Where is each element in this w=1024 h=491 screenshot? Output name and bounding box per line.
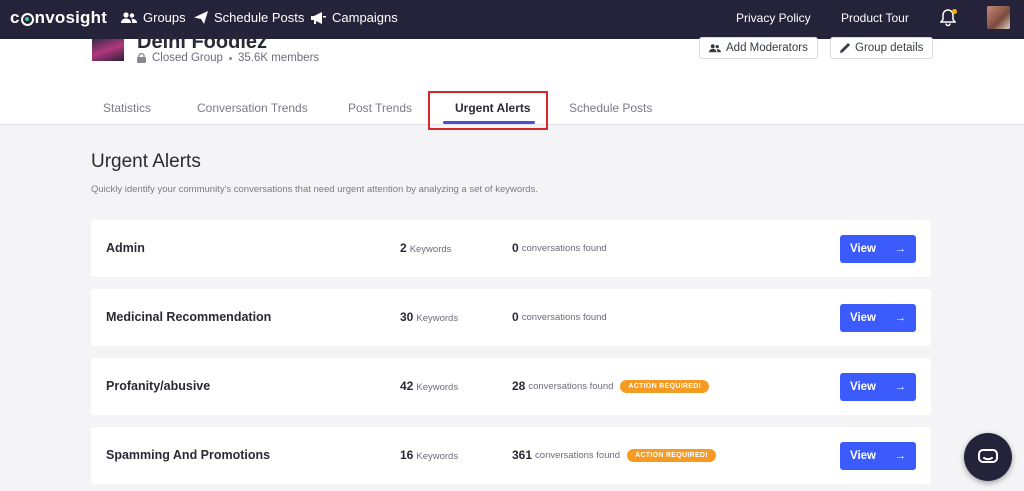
conversation-count-value: 28 xyxy=(512,379,526,393)
keyword-count: 30 Keywords xyxy=(400,310,458,324)
conversation-count: 361 conversations found ACTION REQUIRED! xyxy=(512,448,716,462)
action-required-badge: ACTION REQUIRED! xyxy=(620,379,710,393)
nav-schedule-posts-label: Schedule Posts xyxy=(214,10,305,25)
view-label: View xyxy=(850,312,876,324)
alert-name: Admin xyxy=(106,241,145,255)
group-details-label: Group details xyxy=(855,42,924,54)
arrow-right-icon: → xyxy=(894,450,907,462)
notification-dot xyxy=(952,9,957,14)
alert-name: Profanity/abusive xyxy=(106,379,211,393)
conversation-count-value: 0 xyxy=(512,310,519,324)
lock-icon xyxy=(137,53,146,63)
meta-separator xyxy=(228,56,232,60)
view-label: View xyxy=(850,243,876,255)
alert-row: Medicinal Recommendation 30 Keywords 0 con… xyxy=(91,289,931,346)
keyword-count-unit: Keywords xyxy=(416,382,459,393)
send-icon xyxy=(194,11,208,24)
conversation-count-value: 0 xyxy=(512,241,519,255)
view-label: View xyxy=(850,381,876,393)
view-button[interactable]: View → xyxy=(840,373,916,401)
conversation-count-value: 361 xyxy=(512,448,533,462)
alert-name: Spamming And Promotions xyxy=(106,448,271,462)
conversation-count-unit: conversations found xyxy=(521,311,607,323)
privacy-policy-link[interactable]: Privacy Policy xyxy=(736,11,811,25)
conversation-count-unit: conversations found xyxy=(528,380,614,392)
view-label: View xyxy=(850,450,876,462)
tab-schedule-posts[interactable]: Schedule Posts xyxy=(569,101,652,115)
conversation-count-unit: conversations found xyxy=(521,242,607,254)
megaphone-icon xyxy=(311,11,326,24)
pencil-icon xyxy=(840,43,850,53)
conversation-count: 28 conversations found ACTION REQUIRED! xyxy=(512,379,710,393)
keyword-count-value: 30 xyxy=(400,310,414,324)
group-meta: Closed Group 35.6K members xyxy=(137,52,319,64)
view-button[interactable]: View → xyxy=(840,442,916,470)
arrow-right-icon: → xyxy=(894,312,907,324)
tab-post-trends[interactable]: Post Trends xyxy=(348,101,412,115)
group-members: 35.6K members xyxy=(237,52,320,64)
product-tour-link[interactable]: Product Tour xyxy=(841,11,909,25)
conversation-count-unit: conversations found xyxy=(535,449,621,461)
keyword-count-value: 2 xyxy=(400,241,407,255)
chat-icon xyxy=(978,449,998,463)
users-icon xyxy=(709,43,721,52)
tab-statistics[interactable]: Statistics xyxy=(103,101,151,115)
keyword-count-unit: Keywords xyxy=(416,313,459,324)
group-details-button[interactable]: Group details xyxy=(830,37,934,59)
group-thumbnail xyxy=(92,39,124,61)
keyword-count: 42 Keywords xyxy=(400,379,458,393)
keyword-count: 16 Keywords xyxy=(400,448,458,462)
alert-row: Spamming And Promotions 16 Keywords 361 co… xyxy=(91,427,931,484)
nav-campaigns-label: Campaigns xyxy=(332,10,398,25)
keyword-count-unit: Keywords xyxy=(409,244,452,255)
nav-campaigns[interactable]: Campaigns xyxy=(311,10,398,25)
group-privacy: Closed Group xyxy=(152,52,223,64)
nav-groups[interactable]: Groups xyxy=(121,10,186,25)
group-header: Delhi Foodiez Closed Group 35.6K members… xyxy=(0,31,1024,130)
action-required-badge: ACTION REQUIRED! xyxy=(627,448,716,462)
alert-row: Profanity/abusive 42 Keywords 28 conversat… xyxy=(91,358,931,415)
tab-conversation-trends[interactable]: Conversation Trends xyxy=(197,101,308,115)
alert-name: Medicinal Recommendation xyxy=(106,310,272,324)
chat-button[interactable] xyxy=(964,433,1012,481)
users-icon xyxy=(121,11,137,23)
nav-groups-label: Groups xyxy=(143,10,186,25)
keyword-count: 2 Keywords xyxy=(400,241,451,255)
add-moderators-button[interactable]: Add Moderators xyxy=(699,37,818,59)
alert-row: Admin 2 Keywords 0 conversations found Vie… xyxy=(91,220,931,277)
add-moderators-label: Add Moderators xyxy=(726,42,808,54)
keyword-count-unit: Keywords xyxy=(416,451,459,462)
page-title: Urgent Alerts xyxy=(91,151,201,172)
conversation-count: 0 conversations found xyxy=(512,310,607,324)
convosight-logo[interactable]: c nvosight xyxy=(10,8,107,28)
group-name: Delhi Foodiez xyxy=(137,31,267,53)
arrow-right-icon: → xyxy=(894,243,907,255)
conversation-count: 0 conversations found xyxy=(512,241,607,255)
nav-schedule-posts[interactable]: Schedule Posts xyxy=(194,10,304,25)
view-button[interactable]: View → xyxy=(840,304,916,332)
keyword-count-value: 42 xyxy=(400,379,414,393)
view-button[interactable]: View → xyxy=(840,235,916,263)
user-avatar[interactable] xyxy=(987,6,1010,29)
keyword-count-value: 16 xyxy=(400,448,414,462)
tab-highlight-box xyxy=(428,91,548,130)
page-description: Quickly identify your community's conver… xyxy=(91,184,538,195)
arrow-right-icon: → xyxy=(894,381,907,393)
